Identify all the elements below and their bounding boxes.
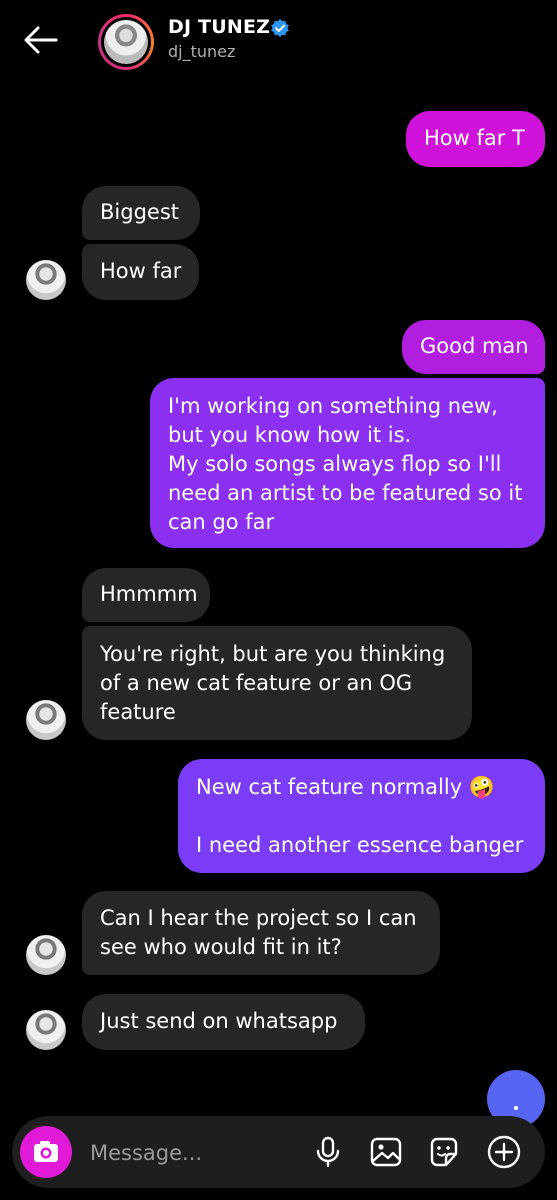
verified-badge-icon [270,18,290,38]
message-input[interactable] [88,1136,292,1170]
camera-icon[interactable] [20,1126,72,1178]
sender-avatar[interactable] [26,935,66,975]
message-line: Can I hear the project so I can [100,906,417,930]
message-bubble-sent[interactable]: I'm working on something new, but you kn… [150,378,545,548]
message-line: can go far [168,510,275,534]
image-icon[interactable] [368,1134,404,1170]
message-bubble-received[interactable]: Just send on whatsapp [82,994,365,1050]
message-bubble-received[interactable]: How far [82,244,199,300]
message-bubble-received[interactable]: Hmmmm [82,568,210,622]
sender-avatar[interactable] [26,260,66,300]
message-bubble-received[interactable]: Can I hear the project so I can see who … [82,891,440,975]
message-bubble-sent[interactable]: How far T [406,111,545,167]
message-bubble-sent[interactable]: New cat feature normally 🤪 I need anothe… [178,759,545,873]
message-line: I'm working on something new, [168,394,498,418]
microphone-icon[interactable] [310,1134,346,1170]
message-line: but you know how it is. [168,423,412,447]
message-line: of a new cat feature or an OG [100,671,413,695]
message-bubble-received[interactable]: Biggest [82,186,200,240]
message-line: I need another essence banger [196,833,524,857]
profile-avatar[interactable] [98,14,154,70]
message-line [196,802,527,831]
message-bubble-sent[interactable]: Good man [402,320,545,374]
chat-header: DJ TUNEZ dj_tunez [0,0,557,84]
message-line: need an artist to be featured so it [168,481,523,505]
contact-name[interactable]: DJ TUNEZ [168,16,270,38]
message-line: You're right, but are you thinking [100,642,446,666]
message-composer [12,1116,545,1188]
add-icon[interactable] [486,1134,522,1170]
contact-handle[interactable]: dj_tunez [168,42,235,61]
message-bubble-received[interactable]: You're right, but are you thinking of a … [82,626,472,740]
message-line: see who would fit in it? [100,935,342,959]
message-line: feature [100,700,176,724]
sticker-icon[interactable] [426,1134,462,1170]
message-line: My solo songs always flop so I'll [168,452,502,476]
back-arrow-icon[interactable] [20,22,60,58]
sender-avatar[interactable] [26,1010,66,1050]
sender-avatar[interactable] [26,700,66,740]
message-line: New cat feature normally 🤪 [196,775,495,799]
